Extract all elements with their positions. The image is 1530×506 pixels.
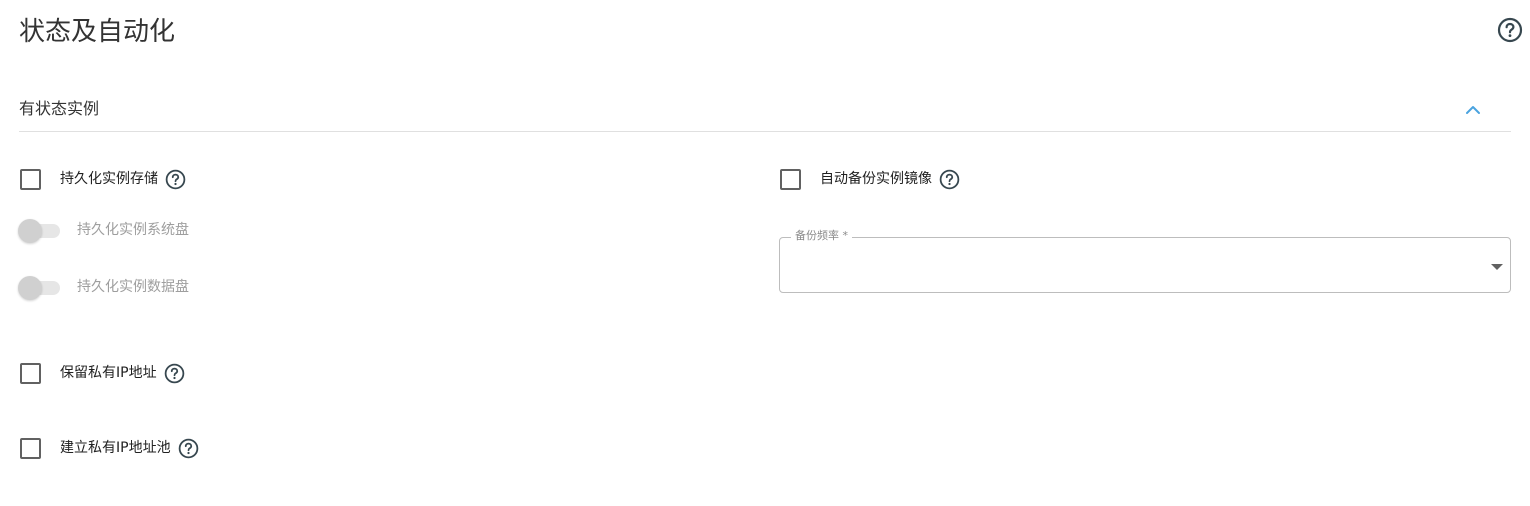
- section-header-stateful-instance[interactable]: 有状态实例: [19, 90, 1511, 132]
- persist-data-disk-toggle[interactable]: [18, 275, 60, 300]
- private-ip-pool-row: 建立私有IP地址池: [20, 436, 199, 460]
- private-ip-pool-checkbox[interactable]: [20, 437, 41, 459]
- private-ip-pool-label: 建立私有IP地址池: [60, 440, 171, 456]
- persist-storage-label: 持久化实例存储: [60, 171, 158, 187]
- select-outline: [779, 237, 1511, 293]
- persist-system-disk-row: 持久化实例系统盘: [18, 218, 189, 243]
- question-circle-icon[interactable]: [939, 169, 960, 190]
- toggle-thumb: [18, 219, 42, 243]
- persist-storage-checkbox[interactable]: [20, 168, 41, 190]
- question-circle-icon[interactable]: [1497, 17, 1523, 43]
- question-circle-icon[interactable]: [165, 169, 186, 190]
- backup-frequency-label: 备份频率 *: [791, 229, 852, 243]
- toggle-thumb: [18, 276, 42, 300]
- reserve-private-ip-row: 保留私有IP地址: [20, 361, 185, 385]
- reserve-private-ip-checkbox[interactable]: [20, 362, 41, 384]
- auto-backup-row: 自动备份实例镜像: [780, 167, 960, 191]
- reserve-private-ip-label: 保留私有IP地址: [60, 365, 157, 381]
- question-circle-icon[interactable]: [178, 438, 199, 459]
- persist-data-disk-row: 持久化实例数据盘: [18, 275, 189, 300]
- question-circle-icon[interactable]: [164, 363, 185, 384]
- persist-storage-row: 持久化实例存储: [20, 167, 186, 191]
- persist-system-disk-label: 持久化实例系统盘: [77, 222, 189, 238]
- section-title: 有状态实例: [19, 99, 100, 118]
- persist-data-disk-label: 持久化实例数据盘: [77, 279, 189, 295]
- caret-down-icon: [1491, 264, 1503, 270]
- auto-backup-label: 自动备份实例镜像: [820, 171, 932, 187]
- backup-frequency-select[interactable]: 备份频率 *: [779, 229, 1511, 293]
- auto-backup-checkbox[interactable]: [780, 168, 801, 190]
- chevron-up-icon[interactable]: [1462, 99, 1484, 121]
- page-title: 状态及自动化: [19, 17, 176, 47]
- persist-system-disk-toggle[interactable]: [18, 218, 60, 243]
- page: 状态及自动化 有状态实例 持久化实例存储 持久化实例系统盘 持久化实例数据盘 自…: [0, 0, 1530, 506]
